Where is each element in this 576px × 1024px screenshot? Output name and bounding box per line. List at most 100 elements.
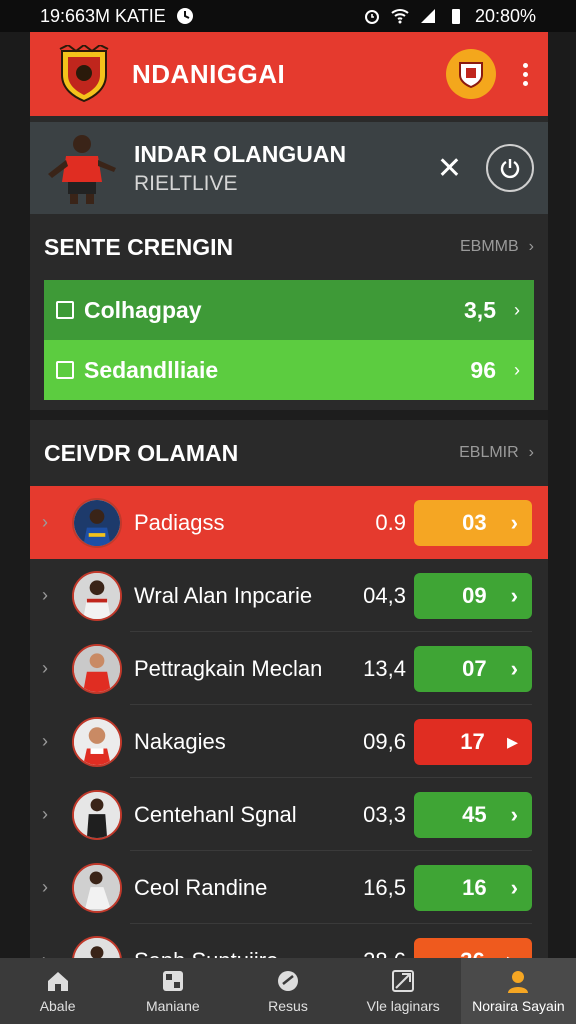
profile-name: INDAR OLANGUAN (134, 140, 347, 167)
more-menu-icon[interactable] (520, 62, 530, 86)
player-stat: 09,6 (363, 728, 406, 754)
score-badge[interactable]: 45 › (414, 791, 532, 838)
score-badge[interactable]: 16 › (414, 864, 532, 911)
section-2-link-label: EBLMIR (459, 444, 519, 461)
section-2-header: CEIVDR OLAMAN EBLMIR › (30, 420, 548, 486)
section-2-link[interactable]: EBLMIR › (459, 444, 534, 462)
section-1-link-label: EBMMB (460, 238, 519, 255)
checkbox[interactable] (56, 361, 74, 379)
score-value: 17 (460, 728, 485, 754)
status-time: 19:663M KATIE (40, 5, 166, 26)
player-name: Ceol Randine (134, 874, 268, 900)
tactics-icon (392, 970, 415, 992)
player-stat: 04,3 (363, 582, 406, 608)
user-icon (508, 971, 529, 993)
player-stat: 0.9 (375, 509, 406, 535)
score-value: 16 (462, 874, 487, 900)
section-2-title: CEIVDR OLAMAN (44, 439, 239, 466)
team-badge-icon[interactable] (446, 49, 496, 99)
player-row[interactable]: › Padiagss 0.9 03 › (30, 486, 548, 559)
player-name: Wral Alan Inpcarie (134, 582, 313, 608)
option-label: Sedandlliaie (84, 356, 219, 383)
status-battery: 20:80% (474, 5, 536, 26)
player-avatar (72, 716, 122, 767)
chevron-right-icon: › (510, 509, 518, 535)
player-row[interactable]: › Pettragkain Meclan 13,4 07 › (30, 632, 548, 705)
player-stat: 16,5 (363, 874, 406, 900)
option-value: 3,5 (464, 296, 496, 323)
section-1-header: SENTE CRENGIN EBMMB › (30, 214, 548, 280)
option-label: Colhagpay (84, 296, 202, 323)
chevron-right-icon: › (510, 655, 518, 681)
checkbox[interactable] (56, 301, 74, 319)
chevron-right-icon: › (514, 359, 520, 380)
chevron-right-icon: › (42, 731, 48, 751)
score-badge[interactable]: 09 › (414, 572, 532, 619)
nav-label: Vle laginars (366, 998, 440, 1014)
player-name: Centehanl Sgnal (134, 801, 297, 827)
player-photo (48, 135, 116, 204)
chevron-right-icon: › (42, 877, 48, 897)
chevron-right-icon: › (42, 658, 48, 678)
home-icon (47, 972, 68, 991)
status-left: 19:663M KATIE (40, 6, 194, 27)
close-icon[interactable]: ✕ (437, 151, 462, 186)
chevron-right-icon: › (510, 801, 518, 827)
nav-item-ball[interactable]: Resus (230, 958, 345, 1024)
chevron-right-icon: › (514, 299, 520, 320)
bottom-nav: Abale Maniane Resus Vle laginars Noraira… (0, 958, 576, 1024)
chevron-right-icon: › (510, 582, 518, 608)
player-name: Padiagss (134, 509, 225, 535)
player-row[interactable]: › Centehanl Sgnal 03,3 45 › (30, 778, 548, 851)
section-divider (30, 410, 548, 420)
power-icon (500, 159, 520, 179)
app-bar: NDANIGGAI (30, 32, 548, 116)
chevron-right-icon: › (510, 874, 518, 900)
wifi-icon (391, 9, 409, 24)
nav-item-grid[interactable]: Maniane (115, 958, 230, 1024)
signal-icon (420, 9, 435, 23)
status-right: 20:80% (363, 6, 536, 27)
grid-icon (162, 971, 183, 991)
score-value: 45 (462, 801, 487, 827)
player-row[interactable]: › Saph Suntuiire 28.6 36 ▸ (30, 924, 548, 962)
nav-item-tactics[interactable]: Vle laginars (346, 958, 461, 1024)
nav-item-home[interactable]: Abale (0, 958, 115, 1024)
player-stat: 03,3 (363, 801, 406, 827)
score-badge[interactable]: 03 › (414, 499, 532, 546)
player-row[interactable]: › Wral Alan Inpcarie 04,3 09 › (30, 559, 548, 632)
battery-icon (451, 9, 460, 24)
player-avatar (72, 789, 122, 840)
player-avatar (72, 570, 122, 621)
nav-label: Resus (268, 998, 308, 1014)
score-badge[interactable]: 17 ▸ (414, 718, 532, 765)
section-1-link[interactable]: EBMMB › (460, 238, 534, 256)
nav-item-profile[interactable]: Noraira Sayain (460, 958, 576, 1024)
chevron-right-icon: › (42, 512, 48, 532)
chevron-right-icon: › (528, 444, 534, 461)
power-button[interactable] (486, 144, 534, 192)
main-panel: NDANIGGAI INDAR OLANGUAN RIELTLIVE ✕ SEN… (30, 32, 548, 962)
chevron-right-icon: › (42, 585, 48, 605)
player-row[interactable]: › Nakagies 09,6 17 ▸ (30, 705, 548, 778)
player-stat: 13,4 (363, 655, 406, 681)
alarm-icon (364, 10, 379, 24)
profile-text: INDAR OLANGUAN RIELTLIVE (134, 141, 437, 196)
player-avatar (72, 497, 122, 548)
player-avatar (72, 643, 122, 694)
player-name: Nakagies (134, 728, 226, 754)
option-value: 96 (470, 356, 496, 383)
chevron-right-icon: › (528, 238, 534, 255)
score-value: 07 (462, 655, 487, 681)
chevron-right-icon: › (42, 804, 48, 824)
player-name: Pettragkain Meclan (134, 655, 323, 681)
section-1-title: SENTE CRENGIN (44, 233, 234, 260)
player-list: › Padiagss 0.9 03 › › Wral Alan Inpcarie … (30, 486, 548, 962)
player-avatar (72, 862, 122, 913)
score-badge[interactable]: 07 › (414, 645, 532, 692)
player-row[interactable]: › Ceol Randine 16,5 16 › (30, 851, 548, 924)
list-item-option-1[interactable]: Colhagpay 3,5 › (44, 280, 534, 340)
list-item-option-2[interactable]: Sedandlliaie 96 › (44, 340, 534, 400)
club-crest-icon (59, 45, 109, 103)
score-value: 09 (462, 582, 487, 608)
